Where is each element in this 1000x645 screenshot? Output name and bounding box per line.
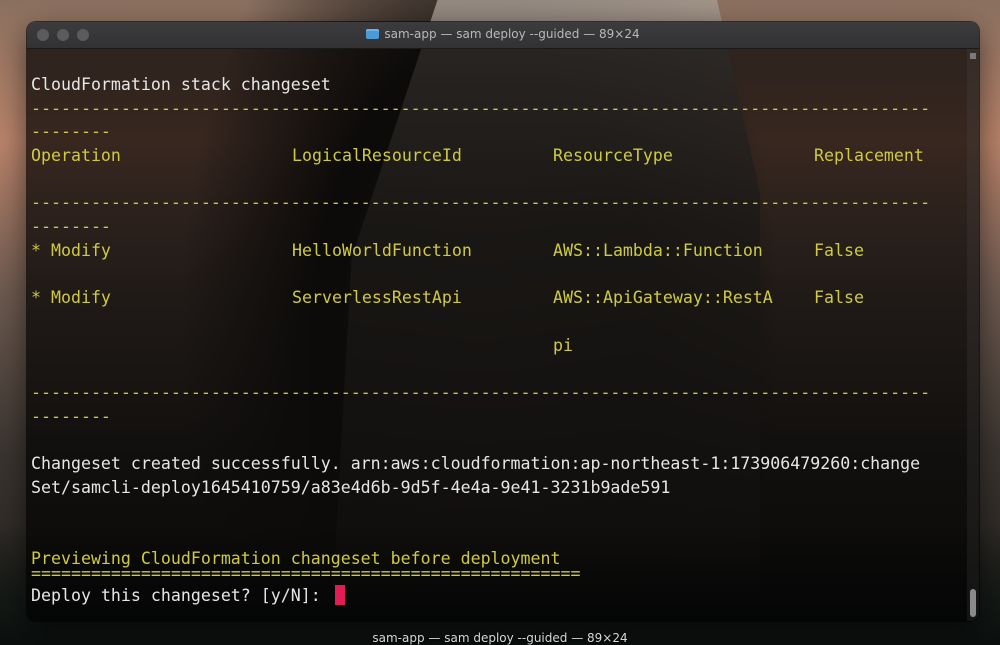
text-cursor [334, 585, 345, 606]
separator-line-tail: -------- [31, 217, 111, 237]
changeset-arn: Set/samcli-deploy1645410759/a83e4d6b-9d5… [31, 477, 671, 497]
window-title: sam-app — sam deploy --guided — 89×24 [27, 27, 979, 41]
cell-resource-type: AWS::Lambda::Function [553, 240, 763, 260]
column-header-replacement: Replacement [814, 146, 924, 166]
separator-line-tail: -------- [31, 406, 111, 426]
cell-logical-id: ServerlessRestApi [292, 288, 462, 308]
scrollbar-thumb[interactable] [970, 589, 976, 617]
column-header-resource-type: ResourceType [553, 146, 673, 166]
separator-line-tail: -------- [31, 122, 111, 142]
table-row: * Modify ServerlessRestApi AWS::ApiGatew… [31, 286, 967, 310]
cell-resource-type-wrap: pi [553, 335, 573, 355]
separator-line: ----------------------------------------… [31, 382, 931, 402]
table-row: * Modify HelloWorldFunction AWS::Lambda:… [31, 239, 967, 263]
separator-line: ----------------------------------------… [31, 98, 931, 118]
cell-replacement: False [814, 240, 864, 260]
deploy-prompt-text: Deploy this changeset? [y/N]: [31, 586, 331, 606]
table-row-wrap: pi [31, 334, 967, 358]
terminal-content[interactable]: CloudFormation stack changeset ---------… [27, 49, 967, 621]
changeset-heading: CloudFormation stack changeset [31, 75, 331, 94]
title-bar[interactable]: sam-app — sam deploy --guided — 89×24 [27, 22, 979, 49]
separator-line: ----------------------------------------… [31, 193, 931, 213]
cell-logical-id: HelloWorldFunction [292, 240, 472, 260]
dock-window-label: sam-app — sam deploy --guided — 89×24 [372, 631, 628, 645]
table-header-row: Operation LogicalResourceId ResourceType… [31, 144, 967, 168]
cell-operation: * Modify [31, 240, 111, 260]
scrollbar[interactable] [967, 49, 979, 621]
cell-operation: * Modify [31, 288, 111, 308]
window-title-text: sam-app — sam deploy --guided — 89×24 [384, 27, 640, 41]
scroll-arrow-icon[interactable] [970, 53, 976, 59]
cell-resource-type: AWS::ApiGateway::RestA [553, 288, 773, 308]
column-header-operation: Operation [31, 146, 121, 166]
cell-replacement: False [814, 288, 864, 308]
changeset-success-message: Changeset created successfully. arn:aws:… [31, 454, 921, 473]
terminal-window: sam-app — sam deploy --guided — 89×24 Cl… [27, 22, 979, 621]
column-header-logical-id: LogicalResourceId [292, 146, 462, 166]
deploy-prompt[interactable]: Deploy this changeset? [y/N]: [31, 584, 967, 608]
equals-separator: ========================================… [31, 564, 581, 584]
folder-icon [366, 29, 380, 39]
